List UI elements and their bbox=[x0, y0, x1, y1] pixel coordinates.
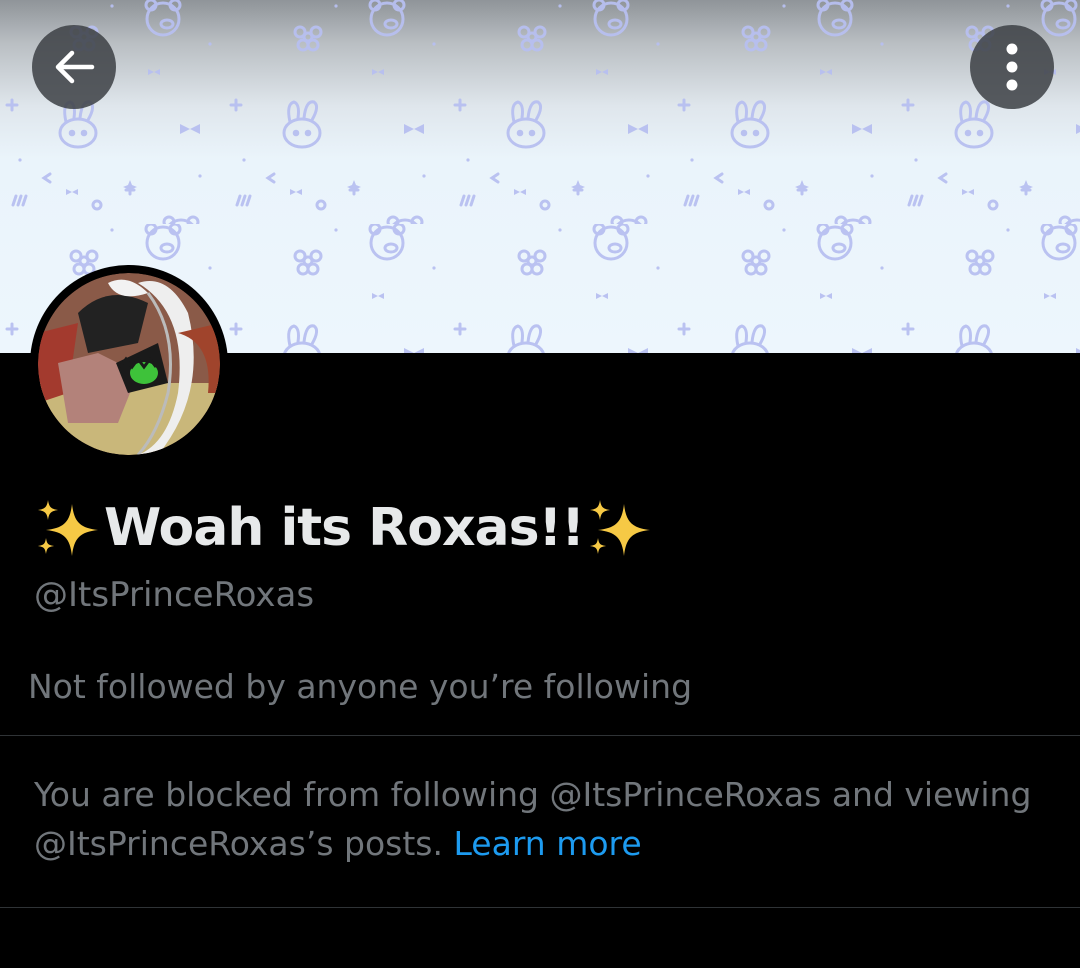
arrow-left-icon bbox=[55, 50, 95, 84]
back-button[interactable] bbox=[32, 25, 116, 109]
followers-you-know[interactable]: Not followed by anyone you’re following bbox=[28, 667, 692, 706]
more-options-button[interactable] bbox=[970, 25, 1054, 109]
sparkles-icon bbox=[38, 500, 98, 556]
vertical-dots-icon bbox=[1006, 43, 1018, 91]
avatar-image bbox=[38, 273, 220, 455]
blocked-notice: You are blocked from following @ItsPrinc… bbox=[34, 770, 1044, 868]
sparkles-icon bbox=[589, 500, 650, 556]
display-name-text: Woah its Roxas!! bbox=[104, 498, 585, 558]
divider bbox=[0, 907, 1080, 908]
user-handle: @ItsPrinceRoxas bbox=[34, 575, 315, 615]
avatar[interactable] bbox=[30, 265, 228, 463]
display-name: Woah its Roxas!! bbox=[34, 493, 654, 563]
learn-more-link[interactable]: Learn more bbox=[453, 824, 641, 863]
divider bbox=[0, 735, 1080, 736]
